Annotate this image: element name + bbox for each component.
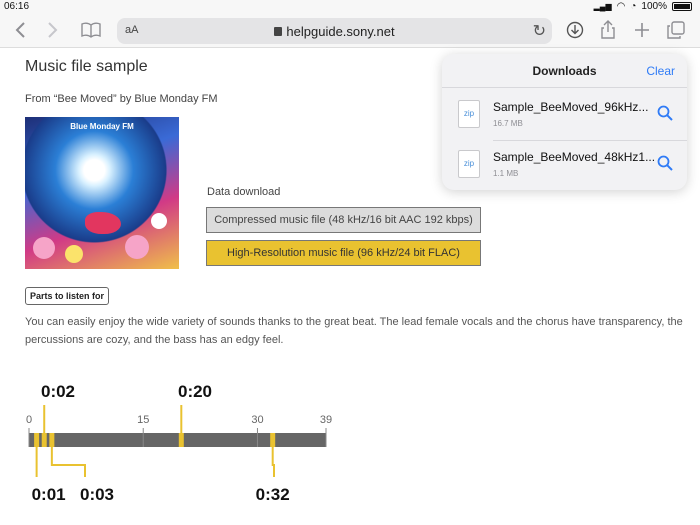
- download-filename: Sample_BeeMoved_48kHz1...: [493, 150, 656, 164]
- magnifier-icon[interactable]: [657, 155, 673, 171]
- parts-to-listen-for-button[interactable]: Parts to listen for: [25, 287, 109, 305]
- zip-file-icon: zip: [458, 100, 480, 128]
- clear-downloads-button[interactable]: Clear: [646, 64, 675, 78]
- browser-toolbar: aA helpguide.sony.net ↻: [0, 13, 700, 48]
- alarm-icon: ◔: [630, 1, 637, 12]
- back-icon[interactable]: [8, 19, 32, 41]
- reload-icon[interactable]: ↻: [533, 21, 546, 41]
- new-tab-icon[interactable]: [630, 19, 654, 41]
- battery-icon: [672, 2, 692, 11]
- url-text: helpguide.sony.net: [286, 24, 395, 39]
- download-filename: Sample_BeeMoved_96kHz...: [493, 100, 649, 114]
- timeline-leader-line: [271, 447, 275, 477]
- signal-icon: ▂▄▆: [593, 2, 612, 11]
- timeline-marker-label: 0:02: [41, 382, 75, 401]
- downloads-icon[interactable]: [563, 19, 587, 41]
- timeline-marker-label: 0:01: [32, 485, 66, 504]
- timeline-tick-label: 30: [251, 414, 263, 426]
- downloads-popover: Downloads Clear zip Sample_BeeMoved_96kH…: [442, 54, 687, 190]
- battery-percent: 100%: [641, 1, 667, 12]
- album-cover-label: Blue Monday FM: [70, 122, 134, 131]
- hires-music-file-button[interactable]: High-Resolution music file (96 kHz/24 bi…: [206, 240, 481, 266]
- bookmarks-icon[interactable]: [79, 19, 103, 41]
- timeline-marker-label: 0:20: [178, 382, 212, 401]
- download-item[interactable]: zip Sample_BeeMoved_96kHz... 16.7 MB: [442, 92, 687, 138]
- wifi-icon: ◠: [616, 1, 626, 12]
- address-bar[interactable]: aA helpguide.sony.net ↻: [117, 18, 552, 44]
- timeline-marker: [41, 433, 47, 447]
- zip-file-icon: zip: [458, 150, 480, 178]
- magnifier-icon[interactable]: [657, 105, 673, 121]
- share-icon[interactable]: [596, 19, 620, 41]
- timeline-tick-label: 15: [137, 414, 149, 426]
- source-credit: From “Bee Moved” by Blue Monday FM: [25, 93, 218, 105]
- download-size: 16.7 MB: [493, 119, 523, 128]
- timeline-marker-label: 0:03: [80, 485, 114, 504]
- forward-icon[interactable]: [41, 19, 65, 41]
- description-text: You can easily enjoy the wide variety of…: [25, 316, 683, 346]
- timeline-graphic: 0 15 30 39 0:01 0:02 0:03 0:20 0:32: [26, 382, 332, 504]
- timeline-marker: [270, 433, 276, 447]
- download-size: 1.1 MB: [493, 169, 519, 178]
- timeline-bar: [29, 433, 326, 447]
- timeline-leader-line: [50, 447, 86, 477]
- album-cover-image: Blue Monday FM: [25, 117, 179, 269]
- data-download-label: Data download: [207, 186, 281, 198]
- page-title: Music file sample: [25, 58, 148, 75]
- lock-icon: [274, 27, 283, 36]
- divider: [493, 140, 687, 141]
- divider: [442, 87, 687, 88]
- timeline-tick-label: 39: [320, 414, 332, 426]
- url-display[interactable]: helpguide.sony.net: [117, 24, 552, 39]
- timeline-tick-label: 0: [26, 414, 32, 426]
- compressed-music-file-button[interactable]: Compressed music file (48 kHz/16 bit AAC…: [206, 207, 481, 233]
- timeline-marker: [49, 433, 55, 447]
- timeline-marker-label: 0:32: [256, 485, 290, 504]
- download-item[interactable]: zip Sample_BeeMoved_48kHz1... 1.1 MB: [442, 142, 687, 188]
- status-time: 06:16: [4, 1, 30, 12]
- timeline-marker: [34, 433, 40, 447]
- tabs-icon[interactable]: [664, 19, 688, 41]
- status-bar: 06:16 ▂▄▆ ◠ ◔ 100%: [0, 0, 700, 13]
- timeline-marker: [178, 433, 184, 447]
